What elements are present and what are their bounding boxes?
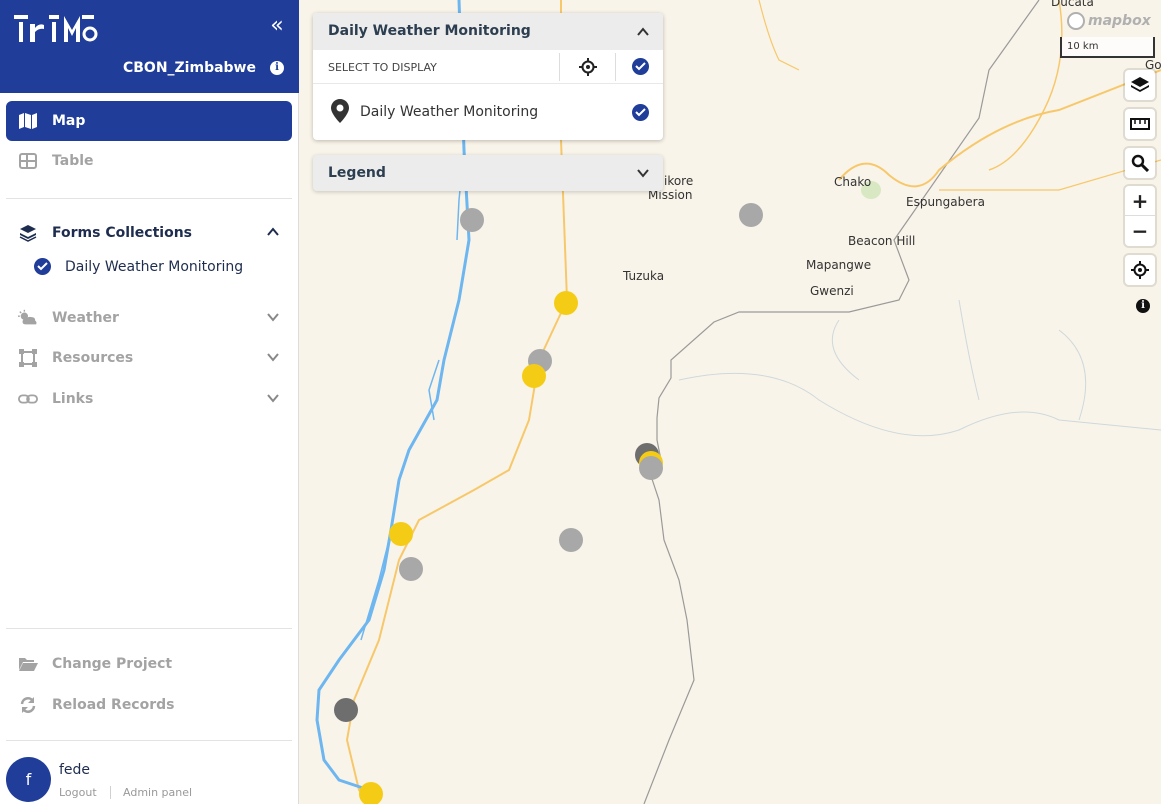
irim-logo xyxy=(14,15,98,42)
link-icon xyxy=(18,389,38,409)
panel-title: Daily Weather Monitoring xyxy=(328,23,531,39)
map-pin-icon xyxy=(331,99,349,123)
info-icon[interactable]: i xyxy=(1136,299,1150,313)
search-icon xyxy=(1131,154,1149,172)
divider xyxy=(615,53,616,81)
select-to-display-label: SELECT TO DISPLAY xyxy=(328,61,437,74)
search-button[interactable] xyxy=(1125,148,1155,178)
layers-button[interactable] xyxy=(1125,70,1155,100)
select-row: SELECT TO DISPLAY xyxy=(313,50,663,84)
mapbox-attribution: mapbox xyxy=(1088,13,1151,29)
legend-title: Legend xyxy=(328,165,386,181)
nav-table[interactable]: Table xyxy=(6,141,292,181)
divider xyxy=(559,53,560,81)
reload-icon xyxy=(18,695,38,715)
weather-marker-sunny[interactable] xyxy=(522,364,546,388)
weather-marker-cloudy[interactable] xyxy=(559,528,583,552)
weather-marker-sunny[interactable] xyxy=(389,522,413,546)
place-label: Espungabera xyxy=(906,195,985,209)
weather-marker-sunny[interactable] xyxy=(359,782,383,804)
chevron-down-icon xyxy=(267,313,279,322)
logout-link[interactable]: Logout xyxy=(59,786,97,799)
legend-panel[interactable]: Legend xyxy=(313,155,663,191)
chevron-down-icon xyxy=(267,353,279,362)
form-item-label: Daily Weather Monitoring xyxy=(65,258,244,275)
place-label: Mapangwe xyxy=(806,258,872,272)
weather-marker-cloudy[interactable] xyxy=(399,557,423,581)
panel-header[interactable]: Daily Weather Monitoring xyxy=(313,13,663,50)
scale-bar: 10 km xyxy=(1060,37,1155,58)
weather-marker-sunny[interactable] xyxy=(554,291,578,315)
section-weather-label: Weather xyxy=(52,310,119,326)
place-label: Ducata xyxy=(1051,0,1094,9)
nav-map-label: Map xyxy=(52,113,86,129)
table-icon xyxy=(18,151,38,171)
mapbox-logo[interactable]: mapbox xyxy=(1067,11,1151,31)
place-label: Chako xyxy=(834,175,872,189)
sidebar: « CBON_Zimbabwe i Map Table Forms Collec… xyxy=(0,0,299,804)
vector-square-icon xyxy=(18,348,38,368)
weather-marker-cloudy[interactable] xyxy=(739,203,763,227)
chevron-down-icon xyxy=(637,169,649,178)
folder-open-icon xyxy=(18,654,38,674)
section-links[interactable]: Links xyxy=(6,379,292,419)
weather-marker-cloudy[interactable] xyxy=(639,456,663,480)
project-name: CBON_Zimbabwe xyxy=(122,60,256,76)
layers-icon xyxy=(18,223,38,243)
crosshair-icon[interactable] xyxy=(579,58,597,76)
zoom-control: + − xyxy=(1125,186,1155,246)
collapse-sidebar-button[interactable]: « xyxy=(266,15,288,38)
divider xyxy=(110,786,111,799)
layer-row[interactable]: Daily Weather Monitoring xyxy=(313,84,663,140)
weather-marker-overcast[interactable] xyxy=(334,698,358,722)
place-label: Tuzuka xyxy=(623,269,665,283)
info-icon[interactable]: i xyxy=(270,61,284,75)
select-all-checkbox[interactable] xyxy=(632,58,649,75)
section-resources-label: Resources xyxy=(52,350,134,366)
reload-records-button[interactable]: Reload Records xyxy=(6,685,292,725)
map-icon xyxy=(18,111,38,131)
divider xyxy=(6,628,292,629)
divider xyxy=(6,740,292,741)
chevron-up-icon xyxy=(267,227,279,236)
change-project-button[interactable]: Change Project xyxy=(6,644,292,684)
reload-records-label: Reload Records xyxy=(52,697,175,713)
layer-checkbox[interactable] xyxy=(632,104,649,121)
chevron-up-icon[interactable] xyxy=(636,25,650,39)
geolocate-button[interactable] xyxy=(1125,255,1155,285)
zoom-in-button[interactable]: + xyxy=(1125,186,1155,216)
mapbox-icon xyxy=(1067,12,1085,30)
change-project-label: Change Project xyxy=(52,656,173,672)
nav-table-label: Table xyxy=(52,153,94,169)
layers-icon xyxy=(1131,77,1149,92)
section-weather[interactable]: Weather xyxy=(6,298,292,338)
weather-marker-cloudy[interactable] xyxy=(460,208,484,232)
section-resources[interactable]: Resources xyxy=(6,338,292,378)
zoom-out-button[interactable]: − xyxy=(1125,216,1155,246)
user-name: fede xyxy=(59,762,91,778)
check-icon[interactable] xyxy=(34,258,51,275)
user-area: f fede Logout Admin panel xyxy=(6,757,292,803)
avatar[interactable]: f xyxy=(6,757,51,802)
section-links-label: Links xyxy=(52,391,94,407)
admin-panel-link[interactable]: Admin panel xyxy=(123,786,192,799)
forms-collections-toggle[interactable]: Forms Collections xyxy=(6,213,292,253)
crosshair-icon xyxy=(1131,261,1149,279)
measure-button[interactable] xyxy=(1125,109,1155,139)
form-item-daily-weather[interactable]: Daily Weather Monitoring xyxy=(34,258,245,275)
place-label: Beacon Hill xyxy=(848,234,916,248)
layer-label: Daily Weather Monitoring xyxy=(360,104,539,120)
forms-collections-label: Forms Collections xyxy=(52,225,193,241)
ruler-icon xyxy=(1130,118,1150,130)
weather-icon xyxy=(18,308,38,328)
scale-label: 10 km xyxy=(1067,41,1099,52)
divider xyxy=(6,198,292,199)
chevron-down-icon xyxy=(267,394,279,403)
place-label: Gwenzi xyxy=(810,284,854,298)
nav-map[interactable]: Map xyxy=(6,101,292,141)
daily-weather-panel: Daily Weather Monitoring SELECT TO DISPL… xyxy=(313,13,663,140)
sidebar-header: « CBON_Zimbabwe i xyxy=(0,0,299,93)
